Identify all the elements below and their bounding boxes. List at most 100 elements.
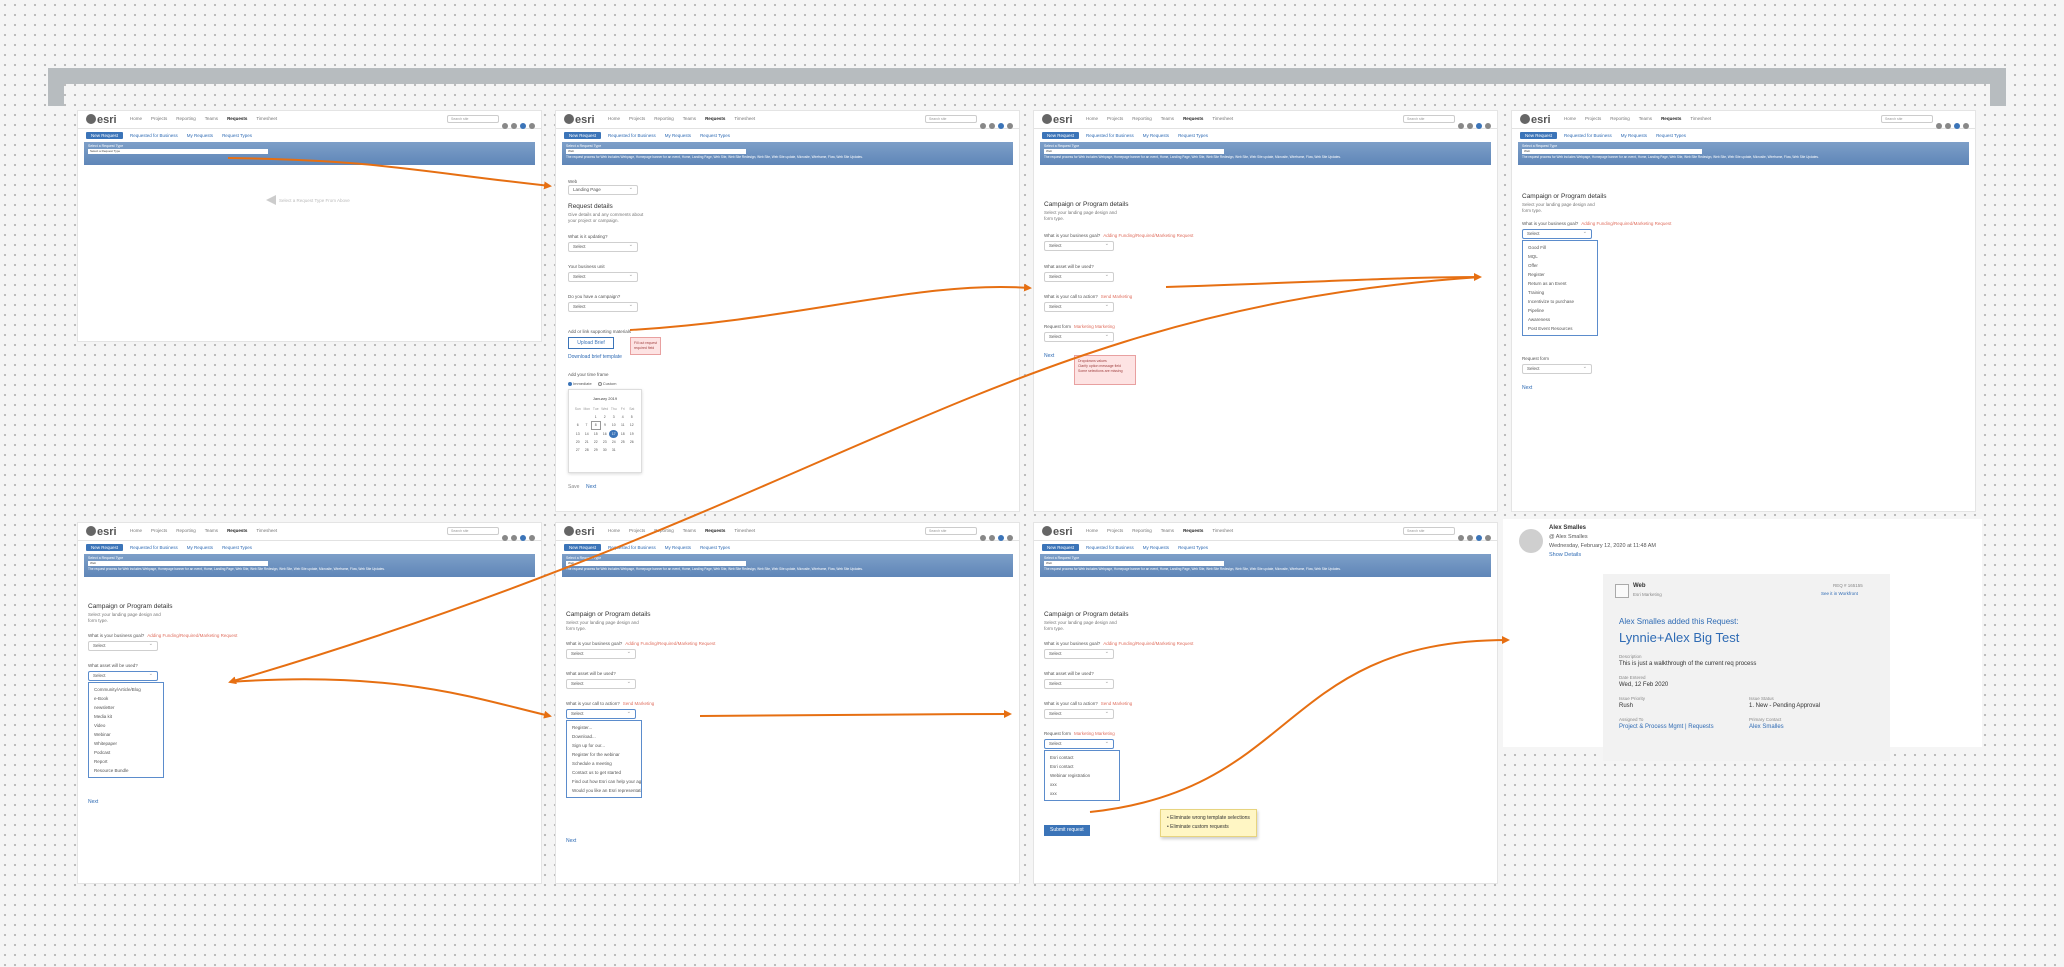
contact-link[interactable]: Alex Smalles xyxy=(1749,724,1784,730)
calendar-day[interactable]: 1 xyxy=(591,413,600,421)
nav-item[interactable]: Teams xyxy=(683,528,696,533)
nav-item[interactable]: Home xyxy=(608,528,620,533)
help-icon[interactable] xyxy=(980,123,986,129)
goal-select[interactable]: Select xyxy=(88,640,158,651)
nav-item[interactable]: Requests xyxy=(705,116,725,121)
help-icon[interactable] xyxy=(502,123,508,129)
business-unit-select[interactable]: Select xyxy=(568,271,638,282)
apps-icon[interactable] xyxy=(1954,123,1960,129)
nav-item[interactable]: Timesheet xyxy=(734,116,755,121)
subnav-item[interactable]: Request Types xyxy=(1656,133,1686,138)
nav-item[interactable]: Timesheet xyxy=(256,528,277,533)
dropdown-option[interactable]: Media kit xyxy=(89,712,163,721)
new-request-button[interactable]: New Request xyxy=(86,132,124,139)
calendar-day[interactable]: 19 xyxy=(627,430,636,438)
calendar-day[interactable]: 15 xyxy=(591,430,600,438)
new-request-button[interactable]: New Request xyxy=(1042,132,1080,139)
avatar-icon[interactable] xyxy=(1007,123,1013,129)
dropdown-option[interactable]: Schedule a meeting xyxy=(567,759,641,768)
dropdown-option[interactable]: Post Event Resources xyxy=(1523,324,1597,333)
esri-logo[interactable]: esri xyxy=(564,114,595,126)
avatar-icon[interactable] xyxy=(529,535,535,541)
asset-select[interactable]: Select xyxy=(1044,271,1114,282)
dropdown-option[interactable]: Whitepaper xyxy=(89,739,163,748)
nav-item[interactable]: Reporting xyxy=(654,528,674,533)
next-link[interactable]: Next xyxy=(1522,385,1532,391)
avatar-icon[interactable] xyxy=(1007,535,1013,541)
apps-icon[interactable] xyxy=(520,535,526,541)
nav-item[interactable]: Requests xyxy=(227,116,247,121)
apps-icon[interactable] xyxy=(1476,123,1482,129)
request-type-select[interactable]: Web xyxy=(566,149,746,154)
dropdown-option[interactable]: Register xyxy=(1523,270,1597,279)
goal-select[interactable]: Select xyxy=(1044,648,1114,659)
esri-logo[interactable]: esri xyxy=(86,114,117,126)
dropdown-option[interactable]: Offer xyxy=(1523,261,1597,270)
nav-item[interactable]: Home xyxy=(130,116,142,121)
calendar-day[interactable]: 21 xyxy=(582,438,591,446)
subnav-item[interactable]: My Requests xyxy=(187,545,213,550)
esri-logo[interactable]: esri xyxy=(564,526,595,538)
help-icon[interactable] xyxy=(502,535,508,541)
asset-select[interactable]: Select xyxy=(1044,678,1114,689)
apps-icon[interactable] xyxy=(520,123,526,129)
nav-item[interactable]: Projects xyxy=(1585,116,1601,121)
dropdown-option[interactable]: Would you like an Esri representative to… xyxy=(567,786,641,795)
dropdown-option[interactable]: Resource Bundle xyxy=(89,766,163,775)
calendar-day[interactable]: 26 xyxy=(627,438,636,446)
settings-icon[interactable] xyxy=(989,535,995,541)
avatar-icon[interactable] xyxy=(1485,123,1491,129)
nav-item[interactable]: Reporting xyxy=(654,116,674,121)
campaign-select[interactable]: Select xyxy=(568,301,638,312)
nav-item[interactable]: Projects xyxy=(629,528,645,533)
esri-logo[interactable]: esri xyxy=(1042,114,1073,126)
search-input[interactable]: Search site xyxy=(925,527,977,535)
dropdown-option[interactable]: xxx xyxy=(1045,780,1119,789)
upload-brief-button[interactable]: Upload Brief xyxy=(568,337,614,349)
nav-item[interactable]: Teams xyxy=(683,116,696,121)
search-input[interactable]: Search site xyxy=(925,115,977,123)
subnav-item[interactable]: My Requests xyxy=(187,133,213,138)
updating-select[interactable]: Select xyxy=(568,241,638,252)
download-template-link[interactable]: Download brief template xyxy=(568,354,622,360)
calendar-day[interactable]: 17 xyxy=(609,429,619,438)
subnav-item[interactable]: Requested for Business xyxy=(608,545,656,550)
subnav-item[interactable]: Request Types xyxy=(700,133,730,138)
nav-item[interactable]: Requests xyxy=(1661,116,1681,121)
search-input[interactable]: Search site xyxy=(447,527,499,535)
dropdown-option[interactable]: Contact us to get started xyxy=(567,768,641,777)
calendar-day[interactable]: 4 xyxy=(618,413,627,421)
calendar-day[interactable]: 6 xyxy=(573,421,582,429)
subnav-item[interactable]: My Requests xyxy=(1143,133,1169,138)
card-title[interactable]: Lynnie+Alex Big Test xyxy=(1619,630,1739,645)
nav-item[interactable]: Timesheet xyxy=(1212,528,1233,533)
calendar-day[interactable]: 24 xyxy=(609,438,618,446)
subnav-item[interactable]: Requested for Business xyxy=(1564,133,1612,138)
settings-icon[interactable] xyxy=(1467,535,1473,541)
nav-item[interactable]: Home xyxy=(130,528,142,533)
calendar-day[interactable]: 20 xyxy=(573,438,582,446)
nav-item[interactable]: Projects xyxy=(1107,116,1123,121)
dropdown-option[interactable]: Video xyxy=(89,721,163,730)
calendar-day[interactable]: 29 xyxy=(591,446,600,454)
calendar-day[interactable]: 14 xyxy=(582,430,591,438)
search-input[interactable]: Search site xyxy=(1403,115,1455,123)
new-request-button[interactable]: New Request xyxy=(1042,544,1080,551)
help-icon[interactable] xyxy=(1458,123,1464,129)
nav-item[interactable]: Reporting xyxy=(176,116,196,121)
nav-item[interactable]: Requests xyxy=(1183,528,1203,533)
radio-button[interactable] xyxy=(597,382,602,386)
request-type-select[interactable]: Web xyxy=(566,561,746,566)
nav-item[interactable]: Home xyxy=(1564,116,1576,121)
request-type-select[interactable]: Web xyxy=(88,561,268,566)
nav-item[interactable]: Teams xyxy=(205,116,218,121)
save-link[interactable]: Save xyxy=(568,484,579,490)
calendar-day[interactable]: 8 xyxy=(590,420,601,431)
subnav-item[interactable]: Request Types xyxy=(222,545,252,550)
settings-icon[interactable] xyxy=(1467,123,1473,129)
nav-item[interactable]: Teams xyxy=(1161,528,1174,533)
form-select[interactable]: Select xyxy=(1044,738,1114,749)
type-select[interactable]: Landing Page xyxy=(568,184,638,195)
calendar-day[interactable]: 10 xyxy=(609,421,618,429)
calendar-day[interactable]: 18 xyxy=(618,430,627,438)
